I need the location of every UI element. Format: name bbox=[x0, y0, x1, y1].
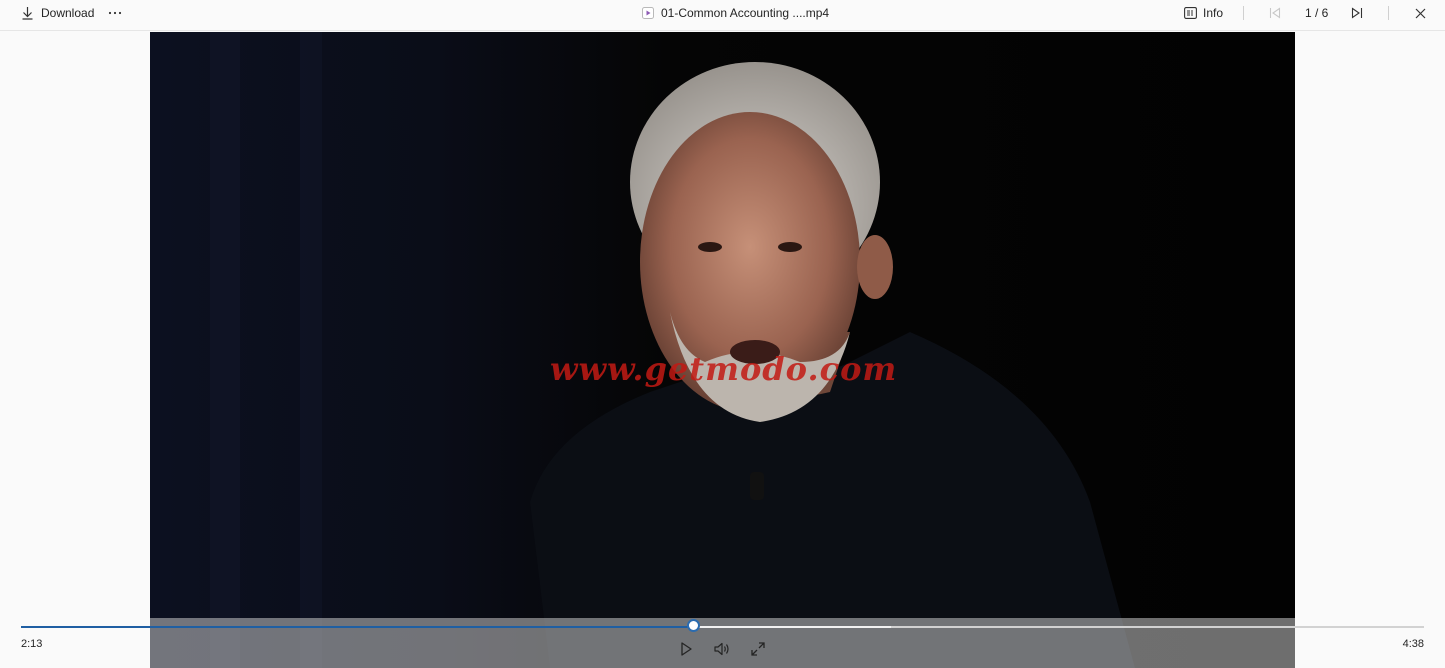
file-title-text: 01-Common Accounting ....mp4 bbox=[661, 6, 830, 20]
download-icon bbox=[21, 6, 34, 20]
total-time: 4:38 bbox=[1402, 638, 1424, 650]
page-counter: 1 / 6 bbox=[1305, 6, 1329, 20]
current-time: 2:13 bbox=[21, 638, 43, 650]
info-label: Info bbox=[1203, 6, 1224, 20]
more-options-button[interactable] bbox=[106, 0, 124, 26]
video-frame[interactable]: www.getmodo.com bbox=[150, 32, 1295, 668]
ellipsis-icon bbox=[108, 11, 122, 15]
info-panel-icon bbox=[1184, 7, 1197, 19]
volume-icon bbox=[713, 641, 731, 662]
video-watermark: www.getmodo.com bbox=[550, 350, 898, 388]
play-button[interactable] bbox=[675, 640, 697, 662]
info-button[interactable]: Info bbox=[1184, 0, 1223, 26]
close-button[interactable] bbox=[1413, 0, 1427, 26]
toolbar: Download 01-Common Accounting ....mp4 In… bbox=[0, 0, 1445, 31]
play-icon bbox=[678, 641, 694, 662]
fullscreen-icon bbox=[750, 641, 766, 662]
skip-next-icon bbox=[1351, 7, 1363, 19]
volume-button[interactable] bbox=[711, 640, 733, 662]
video-file-icon bbox=[642, 7, 654, 19]
file-title: 01-Common Accounting ....mp4 bbox=[642, 0, 829, 26]
close-icon bbox=[1415, 8, 1426, 19]
download-label: Download bbox=[41, 6, 95, 20]
previous-file-button[interactable] bbox=[1268, 0, 1282, 26]
next-file-button[interactable] bbox=[1350, 0, 1364, 26]
toolbar-divider bbox=[1388, 6, 1389, 20]
toolbar-divider bbox=[1243, 6, 1244, 20]
fullscreen-button[interactable] bbox=[747, 640, 769, 662]
skip-previous-icon bbox=[1269, 7, 1281, 19]
viewer-stage: www.getmodo.com bbox=[0, 32, 1445, 668]
download-button[interactable]: Download bbox=[21, 0, 94, 26]
seek-progress bbox=[21, 626, 695, 628]
